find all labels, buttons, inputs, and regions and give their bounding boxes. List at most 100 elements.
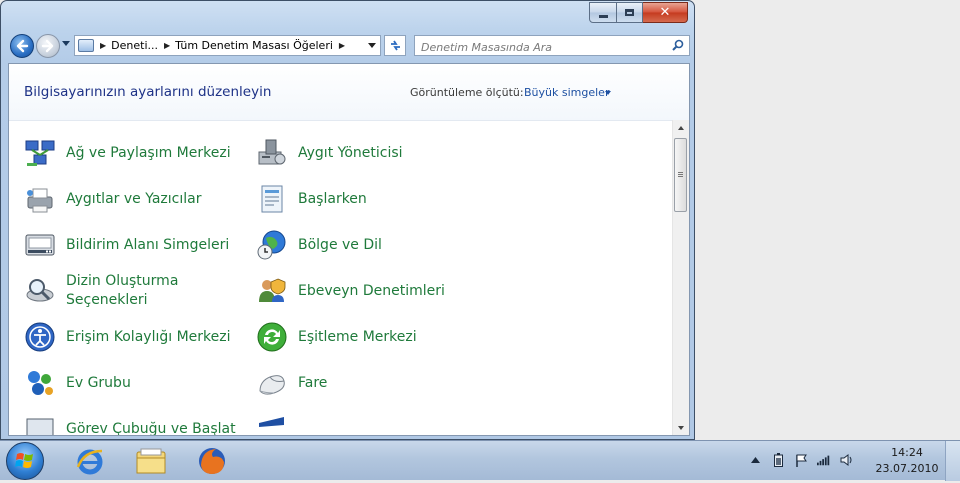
taskbar-icon: [26, 418, 54, 435]
content-pane: Bilgisayarınızın ayarlarını düzenleyin G…: [8, 63, 690, 436]
breadcrumb-segment[interactable]: Deneti...: [111, 39, 158, 52]
clock[interactable]: 14:24 23.07.2010: [872, 445, 942, 477]
item-label: Bildirim Alanı Simgeleri: [66, 236, 230, 253]
scroll-thumb[interactable]: [674, 138, 687, 212]
device-manager-icon: [258, 139, 286, 165]
content-header: Bilgisayarınızın ayarlarını düzenleyin G…: [9, 64, 689, 121]
taskbar: 14:24 23.07.2010: [0, 440, 960, 481]
item-parental-controls[interactable]: Ebeveyn Denetimleri: [256, 271, 486, 311]
item-notification-area-icons[interactable]: Bildirim Alanı Simgeleri: [24, 225, 244, 265]
item-label: Ağ ve Paylaşım Merkezi: [66, 144, 231, 161]
parental-controls-icon: [259, 278, 286, 302]
item-indexing-options[interactable]: Dizin Oluşturma Seçenekleri: [24, 271, 244, 311]
mouse-icon: [259, 375, 285, 395]
scroll-down-button[interactable]: [673, 420, 689, 435]
printer-icon: [27, 188, 53, 213]
homegroup-icon: [28, 371, 53, 395]
scroll-down-icon: [678, 426, 684, 430]
address-bar[interactable]: ▶ Deneti... ▶ Tüm Denetim Masası Öğeleri…: [74, 35, 381, 56]
volume-icon: [840, 454, 852, 466]
refresh-icon: [390, 40, 400, 51]
item-label: Erişim Kolaylığı Merkezi: [66, 328, 231, 345]
item-label: Aygıtlar ve Yazıcılar: [66, 190, 202, 207]
control-panel-items: Ağ ve Paylaşım Merkezi Aygıtlar ve Yazıc…: [9, 121, 674, 436]
item-label: Bölge ve Dil: [298, 236, 382, 253]
maximize-icon: [625, 9, 634, 16]
item-sync-center[interactable]: Eşitleme Merkezi: [256, 317, 486, 357]
chevron-down-icon[interactable]: [605, 91, 611, 95]
windows-logo-icon: [15, 453, 33, 468]
refresh-button[interactable]: [384, 35, 406, 56]
grip-line: [678, 172, 683, 173]
forward-arrow-icon: [41, 39, 54, 53]
item-label: Görev Çubuğu ve Başlat: [66, 420, 236, 436]
item-device-manager[interactable]: Aygıt Yöneticisi: [256, 133, 486, 173]
network-signal-icon: [817, 455, 830, 466]
grip-line: [678, 176, 683, 177]
show-hidden-icons-button[interactable]: [748, 453, 762, 467]
taskbar-internet-explorer[interactable]: [64, 443, 116, 479]
battery-button[interactable]: [771, 453, 785, 467]
item-partial-hidden[interactable]: [256, 409, 486, 435]
search-box: [414, 35, 690, 56]
item-label: Başlarken: [298, 190, 367, 207]
view-by-label: Görüntüleme ölçütü:: [410, 86, 524, 99]
start-button[interactable]: [6, 442, 44, 480]
item-label: Ebeveyn Denetimleri: [298, 282, 445, 299]
index-icon: [26, 279, 54, 302]
address-history-dropdown[interactable]: [368, 43, 376, 48]
item-ease-of-access-center[interactable]: Erişim Kolaylığı Merkezi: [24, 317, 244, 357]
scroll-up-icon: [678, 126, 684, 130]
forward-button[interactable]: [36, 34, 60, 58]
scroll-up-button[interactable]: [673, 120, 689, 136]
navigation-bar: ▶ Deneti... ▶ Tüm Denetim Masası Öğeleri…: [9, 32, 690, 60]
back-button[interactable]: [10, 34, 34, 58]
item-taskbar-start-menu[interactable]: Görev Çubuğu ve Başlat: [24, 409, 244, 436]
close-button[interactable]: ✕: [643, 2, 688, 23]
chevron-right-icon[interactable]: ▶: [164, 41, 170, 50]
network-icon: [25, 140, 55, 166]
minimize-button[interactable]: [589, 2, 617, 23]
item-label: Fare: [298, 374, 328, 391]
taskbar-windows-explorer[interactable]: [125, 443, 177, 479]
view-by-dropdown[interactable]: Büyük simgeler: [524, 86, 609, 99]
clock-time: 14:24: [891, 446, 923, 459]
maximize-button[interactable]: [617, 2, 643, 23]
firefox-icon: [199, 448, 225, 474]
notification-icon: [25, 234, 55, 256]
item-region-language[interactable]: Bölge ve Dil: [256, 225, 486, 265]
window-controls: ✕: [589, 2, 688, 23]
item-getting-started[interactable]: Başlarken: [256, 179, 486, 219]
back-arrow-icon: [16, 39, 29, 53]
system-tray: [748, 453, 854, 467]
volume-button[interactable]: [840, 453, 854, 467]
item-label: Aygıt Yöneticisi: [298, 144, 403, 161]
page-title: Bilgisayarınızın ayarlarını düzenleyin: [24, 84, 272, 100]
item-label: Dizin Oluşturma Seçenekleri: [66, 273, 179, 308]
region-icon: [257, 230, 286, 260]
breadcrumb-segment[interactable]: Tüm Denetim Masası Öğeleri: [175, 39, 333, 52]
partial-icon: [259, 417, 284, 427]
getting-started-icon: [261, 185, 283, 213]
item-homegroup[interactable]: Ev Grubu: [24, 363, 244, 403]
chevron-right-icon[interactable]: ▶: [100, 41, 106, 50]
item-network-sharing-center[interactable]: Ağ ve Paylaşım Merkezi: [24, 133, 244, 173]
item-mouse[interactable]: Fare: [256, 363, 486, 403]
item-label: Ev Grubu: [66, 374, 131, 391]
vertical-scrollbar[interactable]: [672, 120, 689, 435]
close-icon: ✕: [659, 5, 671, 20]
show-hidden-icons: [750, 457, 760, 463]
action-center-button[interactable]: [794, 453, 808, 467]
item-devices-printers[interactable]: Aygıtlar ve Yazıcılar: [24, 179, 244, 219]
search-icon[interactable]: [672, 39, 684, 51]
grip-line: [678, 174, 683, 175]
sync-icon: [257, 322, 287, 352]
clock-date: 23.07.2010: [875, 462, 939, 475]
action-center-flag-icon: [795, 454, 807, 467]
network-button[interactable]: [817, 453, 831, 467]
taskbar-firefox[interactable]: [186, 443, 238, 479]
show-desktop-button[interactable]: [945, 441, 960, 481]
search-input[interactable]: [421, 39, 661, 56]
chevron-right-icon[interactable]: ▶: [339, 41, 345, 50]
recent-pages-dropdown[interactable]: [62, 41, 70, 46]
